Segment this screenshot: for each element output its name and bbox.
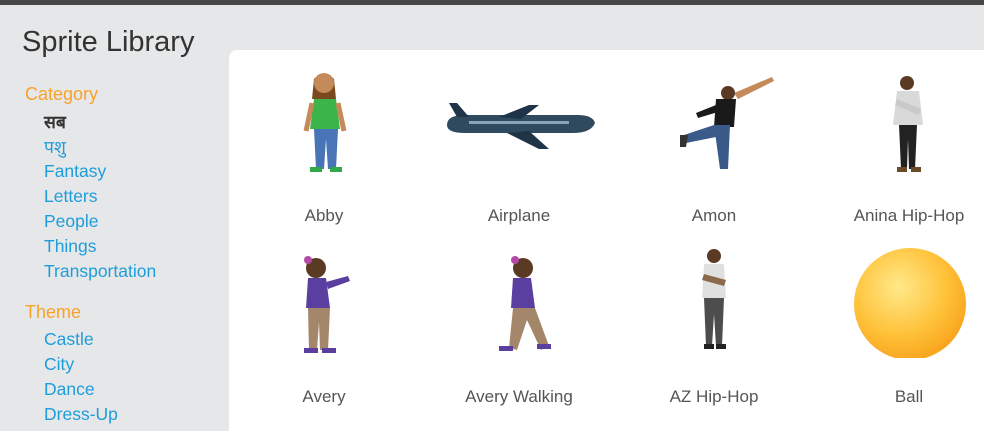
sprite-name: Avery <box>302 387 346 406</box>
sprite-tile-ball[interactable]: Ball <box>819 240 984 406</box>
theme-item-city[interactable]: City <box>44 354 74 375</box>
abby-sprite-image <box>234 59 414 177</box>
sprite-name: Airplane <box>487 206 551 225</box>
sprite-name: Amon <box>691 206 737 225</box>
theme-item-dress-up[interactable]: Dress-Up <box>44 404 118 425</box>
category-item-fantasy[interactable]: Fantasy <box>44 161 106 182</box>
avery-walking-sprite-image <box>429 240 609 358</box>
category-item-transportation[interactable]: Transportation <box>44 261 156 282</box>
sprite-tile-anina-hip-hop[interactable]: Anina Hip-Hop <box>819 59 984 225</box>
sprite-name: Ball <box>894 387 924 406</box>
sprite-tile-abby[interactable]: Abby <box>234 59 414 225</box>
category-item-people[interactable]: People <box>44 211 99 232</box>
sprite-tile-amon[interactable]: Amon <box>624 59 804 225</box>
sprite-name: Anina Hip-Hop <box>853 206 965 225</box>
sprite-tile-avery[interactable]: Avery <box>234 240 414 406</box>
category-heading: Category <box>25 84 99 104</box>
category-item-all[interactable]: सब <box>44 110 66 134</box>
category-item-letters[interactable]: Letters <box>44 186 98 207</box>
theme-item-castle[interactable]: Castle <box>44 329 94 350</box>
page-title: Sprite Library <box>22 26 195 58</box>
sprite-grid: Abby Airplane Amon Anina Hip-Hop Avery A… <box>229 50 984 431</box>
ball-sprite-image <box>819 240 984 358</box>
theme-heading: Theme <box>25 302 82 322</box>
airplane-sprite-image <box>429 59 609 177</box>
category-item-animals[interactable]: पशु <box>44 135 66 159</box>
sprite-tile-avery-walking[interactable]: Avery Walking <box>429 240 609 406</box>
category-item-things[interactable]: Things <box>44 236 97 257</box>
sprite-tile-az-hip-hop[interactable]: AZ Hip-Hop <box>624 240 804 406</box>
sprite-name: Avery Walking <box>465 387 573 406</box>
amon-sprite-image <box>624 59 804 177</box>
sprite-name: AZ Hip-Hop <box>669 387 759 406</box>
anina-hip-hop-sprite-image <box>819 59 984 177</box>
sprite-name: Abby <box>304 206 344 225</box>
sprite-tile-airplane[interactable]: Airplane <box>429 59 609 225</box>
avery-sprite-image <box>234 240 414 358</box>
az-hip-hop-sprite-image <box>624 240 804 358</box>
top-bar <box>0 0 984 5</box>
theme-item-dance[interactable]: Dance <box>44 379 95 400</box>
